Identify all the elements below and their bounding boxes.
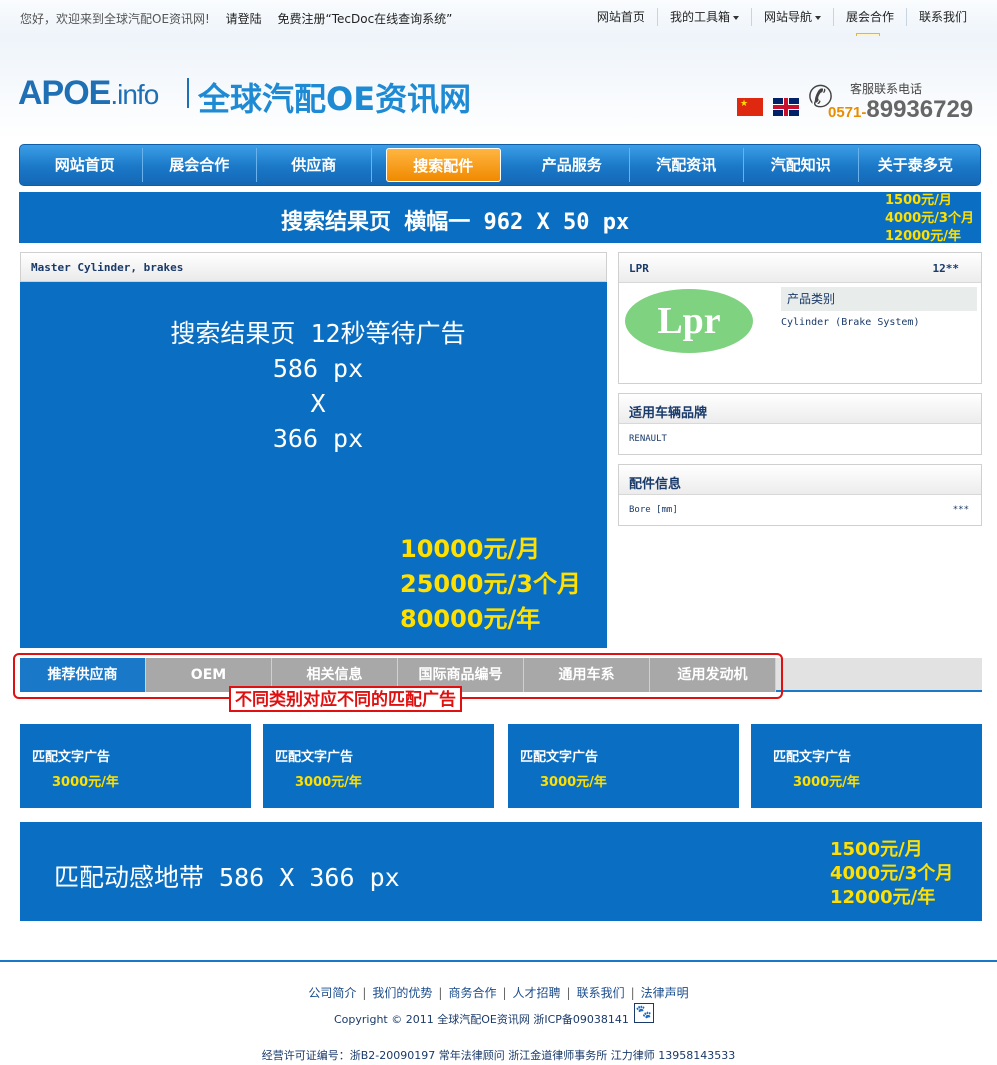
paw-icon[interactable]: 🐾 xyxy=(634,1003,654,1023)
welcome-area: 您好，欢迎来到全球汽配OE资讯网! 请登陆 免费注册“TecDoc在线查询系统” xyxy=(20,10,452,27)
brand-panel-header: LPR 12** xyxy=(619,253,981,283)
wait-ad-line: 366 px xyxy=(272,424,364,453)
wait-ad-line: X xyxy=(310,389,326,418)
wait-ad-prices: 10000元/月 25000元/3个月 80000元/年 xyxy=(400,532,581,637)
wait-ad-price-quarter: 25000元/3个月 xyxy=(400,570,581,598)
top-nav-contact[interactable]: 联系我们 xyxy=(907,8,979,26)
chevron-down-icon xyxy=(814,15,821,20)
logo-main: APOE xyxy=(18,74,111,112)
footer-link-about[interactable]: 公司简介 xyxy=(302,986,362,1000)
brand-logo-text: Lpr xyxy=(657,300,721,342)
chevron-down-icon xyxy=(732,15,739,20)
footer-divider xyxy=(0,960,997,962)
main-nav-news[interactable]: 汽配资讯 xyxy=(630,148,744,182)
main-nav-suppliers[interactable]: 供应商 xyxy=(257,148,372,182)
wait-ad-line: 586 px xyxy=(272,354,364,383)
service-label: 客服联系电话 xyxy=(850,82,923,96)
register-link[interactable]: 免费注册“TecDoc在线查询系统” xyxy=(278,12,453,26)
vehicle-brand-title: 适用车辆品牌 xyxy=(629,406,708,421)
wait-ad[interactable]: 搜索结果页 12秒等待广告 586 px X 366 px 10000元/月 2… xyxy=(20,282,607,648)
wait-ad-text: 搜索结果页 12秒等待广告 586 px X 366 px xyxy=(20,316,616,456)
footer-link-jobs[interactable]: 人才招聘 xyxy=(507,986,567,1000)
brand-logo: Lpr xyxy=(625,289,753,353)
license-info: 经营许可证编号：浙B2-20090197 常年法律顾问 浙江金道律师事务所 江力… xyxy=(261,1049,736,1062)
footer-link-advantages[interactable]: 我们的优势 xyxy=(366,986,438,1000)
service-phone: 0571-89936729 xyxy=(828,96,974,123)
footer-link-legal[interactable]: 法律声明 xyxy=(635,986,695,1000)
text-ad-title: 匹配文字广告 xyxy=(773,750,852,765)
brand-code: 12** xyxy=(932,262,960,275)
strip-ad-prices: 1500元/月 4000元/3个月 12000元/年 xyxy=(830,838,953,910)
logo-divider xyxy=(187,78,189,108)
strip-ad-price-quarter: 4000元/3个月 xyxy=(830,863,954,884)
site-header: APOE.info 全球汽配OE资讯网 ★ ✆ 客服联系电话 0571-8993… xyxy=(0,36,997,140)
text-ad[interactable]: 匹配文字广告 3000元/年 xyxy=(263,724,494,808)
main-nav-search-parts[interactable]: 搜索配件 xyxy=(385,148,501,182)
text-ad-price: 3000元/年 xyxy=(295,775,362,790)
category-label: 产品类别 xyxy=(781,287,977,311)
welcome-text: 您好，欢迎来到全球汽配OE资讯网! xyxy=(20,12,210,26)
parts-info-panel: 配件信息 Bore [mm] *** xyxy=(618,464,982,526)
strip-ad-price-year: 12000元/年 xyxy=(830,887,936,908)
top-nav-toolbox[interactable]: 我的工具箱 xyxy=(658,8,752,26)
banner-ad-price-month: 1500元/月 xyxy=(885,193,952,208)
brand-name: LPR xyxy=(629,262,649,275)
top-nav-home[interactable]: 网站首页 xyxy=(585,8,658,26)
product-title: Master Cylinder, brakes xyxy=(31,261,184,274)
footer-links: 公司简介 | 我们的优势 | 商务合作 | 人才招聘 | 联系我们 | 法律声明 xyxy=(0,984,997,1001)
main-nav-about[interactable]: 关于泰多克 xyxy=(859,148,973,182)
login-link[interactable]: 请登陆 xyxy=(226,12,262,26)
top-nav-sitemap[interactable]: 网站导航 xyxy=(752,8,834,26)
site-logo[interactable]: APOE.info xyxy=(18,74,159,113)
main-nav-knowledge[interactable]: 汽配知识 xyxy=(744,148,859,182)
vehicle-brand-panel: 适用车辆品牌 RENAULT xyxy=(618,393,982,455)
logo-suffix: .info xyxy=(110,79,159,110)
text-ad[interactable]: 匹配文字广告 3000元/年 xyxy=(751,724,982,808)
top-nav: 网站首页 我的工具箱 网站导航 展会合作 联系我们 xyxy=(585,8,979,26)
strip-ad[interactable]: 匹配动感地带 586 X 366 px 1500元/月 4000元/3个月 12… xyxy=(20,822,982,921)
strip-ad-text: 匹配动感地带 586 X 366 px xyxy=(54,863,400,892)
parts-info-key: Bore [mm] xyxy=(629,505,678,515)
wait-ad-line: 搜索结果页 12秒等待广告 xyxy=(170,319,466,348)
copyright: Copyright © 2011 全球汽配OE资讯网 浙ICP备09038141 xyxy=(334,1013,629,1026)
banner-ad-price-quarter: 4000元/3个月 xyxy=(885,211,974,226)
parts-info-header: 配件信息 xyxy=(619,465,981,495)
footer-link-business[interactable]: 商务合作 xyxy=(442,986,502,1000)
main-nav-home[interactable]: 网站首页 xyxy=(28,148,143,182)
text-ad-title: 匹配文字广告 xyxy=(32,750,111,765)
banner-ad-prices: 1500元/月 4000元/3个月 12000元/年 xyxy=(885,192,974,246)
text-ad-price: 3000元/年 xyxy=(540,775,607,790)
text-ad[interactable]: 匹配文字广告 3000元/年 xyxy=(508,724,739,808)
main-nav-exhibition[interactable]: 展会合作 xyxy=(143,148,257,182)
product-title-bar: Master Cylinder, brakes xyxy=(20,252,607,282)
vehicle-brand-value[interactable]: RENAULT xyxy=(629,434,667,444)
brand-panel: LPR 12** Lpr 产品类别 Cylinder (Brake System… xyxy=(618,252,982,384)
banner-ad[interactable]: 搜索结果页 横幅一 962 X 50 px 1500元/月 4000元/3个月 … xyxy=(19,192,981,246)
text-ad-price: 3000元/年 xyxy=(52,775,119,790)
parts-info-value: *** xyxy=(952,505,969,515)
top-bar: 您好，欢迎来到全球汽配OE资讯网! 请登陆 免费注册“TecDoc在线查询系统”… xyxy=(0,0,997,36)
site-name: 全球汽配OE资讯网 xyxy=(198,80,472,118)
text-ad[interactable]: 匹配文字广告 3000元/年 xyxy=(20,724,251,808)
text-ad-price: 3000元/年 xyxy=(793,775,860,790)
parts-info-title: 配件信息 xyxy=(629,477,682,492)
annotation-label: 不同类别对应不同的匹配广告 xyxy=(229,686,462,712)
wait-ad-price-year: 80000元/年 xyxy=(400,605,541,633)
chinese-flag-icon[interactable]: ★ xyxy=(737,98,763,116)
english-flag-icon[interactable] xyxy=(773,98,799,116)
footer-link-contact[interactable]: 联系我们 xyxy=(571,986,631,1000)
text-ad-title: 匹配文字广告 xyxy=(520,750,599,765)
top-nav-exhibition[interactable]: 展会合作 xyxy=(834,8,907,26)
category-value: Cylinder (Brake System) xyxy=(781,317,920,328)
vehicle-brand-header: 适用车辆品牌 xyxy=(619,394,981,424)
strip-ad-price-month: 1500元/月 xyxy=(830,839,923,860)
text-ad-title: 匹配文字广告 xyxy=(275,750,354,765)
banner-ad-price-year: 12000元/年 xyxy=(885,229,961,244)
banner-ad-text: 搜索结果页 横幅一 962 X 50 px xyxy=(281,210,630,235)
wait-ad-price-month: 10000元/月 xyxy=(400,535,541,563)
main-nav: 网站首页 展会合作 供应商 搜索配件 产品服务 汽配资讯 汽配知识 关于泰多克 xyxy=(19,144,981,186)
main-nav-services[interactable]: 产品服务 xyxy=(515,148,630,182)
